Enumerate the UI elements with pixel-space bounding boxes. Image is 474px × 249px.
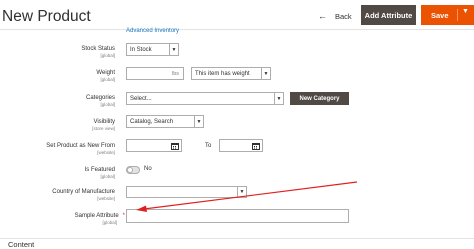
categories-select[interactable]: Select... ▼: [126, 92, 284, 105]
save-options-caret-icon[interactable]: ▼: [462, 8, 469, 15]
is-featured-scope: [global]: [100, 174, 115, 179]
save-button[interactable]: Save ▼: [421, 5, 474, 25]
weight-scope: [global]: [100, 77, 115, 82]
header-divider: [0, 29, 474, 30]
add-attribute-button[interactable]: Add Attribute: [361, 5, 416, 25]
save-label: Save: [431, 10, 449, 20]
stock-status-select[interactable]: In Stock ▼: [126, 43, 179, 56]
toggle-knob: [127, 167, 133, 173]
new-to-label: To: [205, 143, 212, 149]
calendar-icon[interactable]: [252, 142, 260, 150]
advanced-inventory-link[interactable]: Advanced Inventory: [126, 28, 179, 34]
categories-scope: [global]: [100, 102, 115, 107]
weight-input[interactable]: lbs: [126, 67, 184, 80]
required-asterisk-icon: *: [122, 213, 125, 219]
has-weight-select[interactable]: This item has weight ▼: [191, 67, 271, 80]
visibility-scope: [store view]: [92, 126, 115, 131]
visibility-label: Visibility [store view]: [92, 119, 115, 131]
new-from-scope: [website]: [97, 150, 115, 155]
stock-status-label: Stock Status [global]: [81, 46, 115, 58]
chevron-down-icon: ▼: [194, 116, 203, 127]
country-select[interactable]: ▼: [126, 186, 247, 198]
weight-unit: lbs: [171, 70, 179, 77]
visibility-select[interactable]: Catalog, Search ▼: [126, 115, 204, 128]
weight-label: Weight [global]: [96, 70, 115, 82]
save-divider: [457, 9, 458, 21]
is-featured-state: No: [144, 166, 152, 172]
new-from-date-input[interactable]: [126, 139, 182, 152]
chevron-down-icon: ▼: [261, 68, 270, 79]
page-title: New Product: [2, 8, 91, 25]
chevron-down-icon: ▼: [169, 44, 178, 55]
new-category-button[interactable]: New Category: [290, 92, 349, 105]
content-section-toggle[interactable]: Content: [8, 240, 34, 249]
sample-attribute-input[interactable]: [126, 209, 349, 223]
section-divider: [0, 238, 474, 239]
back-label: Back: [335, 11, 352, 21]
chevron-down-icon: ▼: [237, 187, 246, 197]
calendar-icon[interactable]: [171, 142, 179, 150]
new-from-label: Set Product as New From [website]: [46, 143, 115, 155]
new-to-date-input[interactable]: [219, 139, 263, 152]
sample-attribute-label: Sample Attribute * [global]: [74, 213, 125, 225]
is-featured-toggle[interactable]: [126, 166, 140, 174]
categories-label: Categories [global]: [85, 95, 115, 107]
chevron-down-icon: ▼: [274, 93, 283, 104]
stock-status-scope: [global]: [100, 53, 115, 58]
country-scope: [website]: [97, 196, 115, 201]
back-arrow-icon: ←: [318, 11, 327, 21]
back-button[interactable]: ← Back: [318, 7, 352, 25]
sample-attribute-scope: [global]: [102, 220, 117, 225]
is-featured-label: Is Featured [global]: [84, 167, 115, 179]
country-label: Country of Manufacture [website]: [52, 189, 115, 201]
